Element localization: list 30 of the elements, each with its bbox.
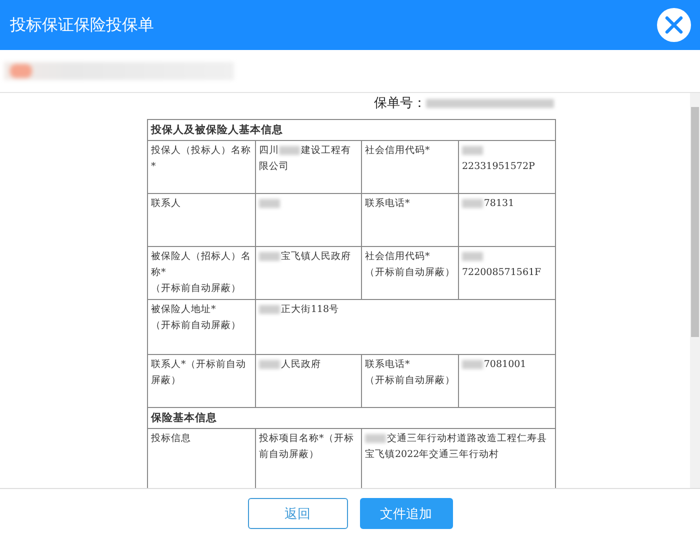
field-label: 联系电话* — [365, 197, 411, 211]
back-button[interactable]: 返回 — [248, 498, 348, 529]
policy-number-label: 保单号： — [374, 95, 426, 112]
field-label: 联系人 — [151, 197, 182, 211]
add-file-button[interactable]: 文件追加 — [360, 498, 452, 529]
field-label: 被保险人（招标人）名称* （开标前自动屏蔽） — [151, 250, 252, 296]
field-value: 人民政府 — [259, 357, 358, 373]
field-value: 宝飞镇人民政府 — [259, 249, 358, 265]
field-value: 交通三年行动村道路改造工程仁寿县宝飞镇2022年交通三年行动村 — [365, 432, 548, 462]
field-label: 联系电话* （开标前自动屏蔽） — [365, 358, 455, 388]
window-title: 投标保证保险投保单 — [10, 14, 154, 36]
field-value: 22331951572P — [462, 143, 552, 175]
field-value: 正大街118号 — [259, 302, 552, 318]
field-value: 722008571561F — [462, 249, 552, 281]
field-value: 7081001 — [462, 357, 552, 373]
close-icon[interactable] — [656, 7, 692, 43]
field-value: 78131 — [462, 196, 552, 212]
field-label: 投标项目名称*（开标前自动屏蔽） — [259, 432, 355, 462]
section-heading: 投保人及被保险人基本信息 — [148, 120, 556, 140]
redacted-text — [259, 199, 280, 208]
field-label: 联系人*（开标前自动屏蔽） — [151, 358, 247, 388]
field-label: 社会信用代码* — [365, 144, 431, 158]
field-label: 被保险人地址* （开标前自动屏蔽） — [151, 303, 242, 333]
scrollbar[interactable] — [690, 93, 700, 488]
field-value: 四川 建设工程有限公司 — [259, 144, 352, 174]
field-label: 投标信息 — [151, 432, 192, 446]
section-heading: 保险基本信息 — [148, 408, 556, 428]
field-label: 社会信用代码* （开标前自动屏蔽） — [365, 250, 455, 280]
field-label: 投保人（投标人）名称* — [151, 144, 252, 174]
scrollbar-thumb[interactable] — [691, 107, 699, 337]
